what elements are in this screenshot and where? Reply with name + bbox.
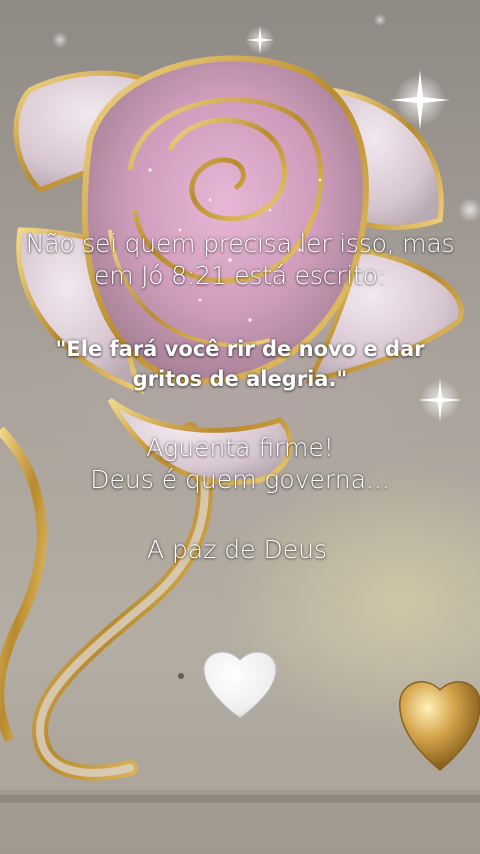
quote-line-1: "Ele fará você rir de novo e dar (55, 337, 425, 361)
encouragement-text: Aguenta firme! Deus é quem governa... (0, 432, 480, 496)
intro-line-2: em Jó 8:21 está escrito: (94, 261, 386, 290)
closing-text: A paz de Deus (146, 535, 327, 564)
message-text: Não sei quem precisa ler isso, mas em Jó… (0, 0, 480, 854)
story-page: Não sei quem precisa ler isso, mas em Jó… (0, 0, 480, 854)
intro-text: Não sei quem precisa ler isso, mas em Jó… (0, 228, 480, 292)
encourage-line-2: Deus é quem governa... (90, 465, 390, 494)
intro-line-1: Não sei quem precisa ler isso, mas (25, 229, 455, 258)
encourage-line-1: Aguenta firme! (146, 433, 334, 462)
bible-quote: "Ele fará você rir de novo e dar gritos … (20, 334, 460, 394)
quote-line-2: gritos de alegria." (132, 367, 348, 391)
